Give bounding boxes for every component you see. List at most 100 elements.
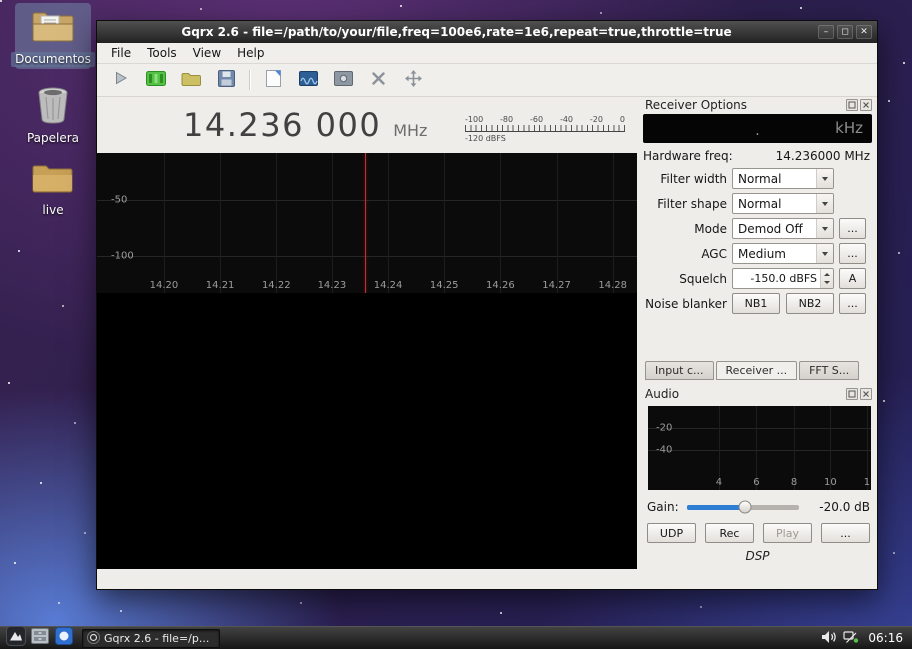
hardware-freq-value: 14.236000 MHz [775, 148, 870, 163]
frequency-digits[interactable]: 14.236 000 [183, 106, 381, 144]
spectrum-plot[interactable]: -50 -100 14.20 14.21 14.22 14.23 14.24 1… [97, 153, 637, 293]
save-file-button[interactable] [214, 68, 238, 92]
y-axis-label: -40 [656, 444, 673, 456]
start-dsp-button[interactable] [109, 68, 133, 92]
meter-tick: -20 [589, 114, 603, 124]
desktop-icon-documentos[interactable]: Documentos [11, 3, 95, 69]
tab-fft-settings[interactable]: FFT S... [799, 361, 860, 380]
file-manager-button[interactable] [28, 627, 52, 649]
x-axis-label: 14.22 [261, 280, 291, 291]
move-button[interactable] [401, 68, 425, 92]
agc-row: AGC Medium ... [643, 243, 872, 264]
desktop-icon-trash[interactable]: Papelera [15, 82, 91, 148]
nb1-button[interactable]: NB1 [732, 293, 780, 314]
minimize-button[interactable]: – [818, 25, 834, 39]
taskbar-clock[interactable]: 06:16 [865, 631, 906, 645]
tab-receiver-options[interactable]: Receiver ... [715, 361, 798, 380]
mode-select[interactable]: Demod Off [732, 218, 834, 239]
udp-button[interactable]: UDP [647, 523, 696, 543]
configure-button[interactable] [366, 68, 390, 92]
dsp-green-icon [146, 70, 166, 90]
blue-app-icon [55, 627, 73, 649]
x-axis-label: 14.26 [486, 280, 515, 291]
squelch-label: Squelch [679, 271, 727, 286]
window-controls: – ◻ ✕ [816, 25, 877, 39]
dock-float-button[interactable] [846, 387, 858, 400]
grid-line [163, 153, 165, 293]
mode-options-button[interactable]: ... [839, 218, 866, 239]
grid-line [648, 449, 871, 451]
desktop-icon-live[interactable]: live [15, 158, 91, 220]
chevron-down-icon [816, 244, 833, 263]
agc-options-button[interactable]: ... [839, 243, 866, 264]
volume-icon[interactable] [821, 629, 837, 648]
open-file-button[interactable] [179, 68, 203, 92]
frequency-unit: MHz [393, 121, 428, 140]
settings-launcher-button[interactable] [52, 627, 76, 649]
audio-gain-row: Gain: -20.0 dB [643, 499, 872, 515]
gqrx-window: Gqrx 2.6 - file=/path/to/your/file,freq=… [96, 20, 878, 590]
noise-blanker-buttons: NB1 NB2 [732, 293, 834, 314]
iq-tools-button[interactable] [144, 68, 168, 92]
menu-view[interactable]: View [185, 44, 229, 62]
x-axis-label: 14.28 [598, 280, 628, 291]
squelch-value: -150.0 dBFS [750, 272, 817, 285]
frequency-readout[interactable]: 14.236 000 MHz [97, 106, 427, 144]
meter-floor-label: -120 dBFS [465, 133, 506, 143]
dock-close-button[interactable] [860, 387, 872, 400]
tuning-cursor[interactable] [365, 153, 367, 293]
audio-options-button[interactable]: ... [821, 523, 870, 543]
agc-label: AGC [701, 246, 727, 261]
squelch-spinbox[interactable]: -150.0 dBFS [732, 268, 834, 289]
network-icon[interactable] [843, 629, 859, 648]
audio-spectrum-plot[interactable]: -20 -40 4 6 8 10 1 [648, 406, 871, 490]
app-menu-button[interactable] [4, 626, 28, 649]
dock-panel: Receiver Options . kHz Hardware freq: 14… [637, 97, 877, 589]
bookmarks-button[interactable] [261, 68, 285, 92]
dock-title: Receiver Options [645, 97, 748, 112]
close-button[interactable]: ✕ [856, 25, 872, 39]
receiver-options-header: Receiver Options [643, 97, 872, 112]
tab-input-controls[interactable]: Input c... [645, 361, 714, 380]
x-axis-label: 14.21 [205, 280, 235, 291]
taskbar-window-button[interactable]: Gqrx 2.6 - file=/p... [82, 628, 220, 648]
x-axis-label: 1 [863, 477, 871, 488]
agc-select[interactable]: Medium [732, 243, 834, 264]
squelch-auto-button[interactable]: A [839, 268, 866, 289]
menu-file[interactable]: File [103, 44, 139, 62]
play-icon [113, 70, 129, 90]
spin-arrows-icon[interactable] [820, 269, 833, 288]
x-axis-label: 14.23 [317, 280, 347, 291]
menu-help[interactable]: Help [229, 44, 272, 62]
y-axis-label: -50 [111, 194, 128, 206]
dock-float-button[interactable] [846, 98, 858, 111]
dock-close-button[interactable] [860, 98, 872, 111]
x-axis-label: 14.25 [429, 280, 459, 291]
dock-title: Audio [645, 386, 680, 401]
spectrum-display-button[interactable] [296, 68, 320, 92]
window-content: 14.236 000 MHz -100 -80 -60 -40 -20 0 -1… [97, 97, 877, 589]
waterfall-display[interactable] [97, 293, 637, 569]
main-display-area: 14.236 000 MHz -100 -80 -60 -40 -20 0 -1… [97, 97, 637, 589]
meter-ruler [465, 124, 625, 132]
window-title: Gqrx 2.6 - file=/path/to/your/file,freq=… [181, 25, 732, 39]
maximize-button[interactable]: ◻ [837, 25, 853, 39]
folder-icon [32, 162, 74, 200]
gain-slider[interactable] [686, 500, 799, 514]
menu-tools[interactable]: Tools [139, 44, 185, 62]
grid-line [276, 153, 278, 293]
bookmark-page-icon [265, 69, 281, 91]
noise-blanker-options-button[interactable]: ... [839, 293, 866, 314]
iq-recorder-button[interactable] [331, 68, 355, 92]
documents-folder-icon [30, 7, 76, 49]
toolbar [97, 64, 877, 97]
window-titlebar[interactable]: Gqrx 2.6 - file=/path/to/your/file,freq=… [97, 21, 877, 43]
grid-line [444, 153, 446, 293]
filter-shape-select[interactable]: Normal [732, 193, 834, 214]
hardware-freq-label: Hardware freq: [643, 148, 733, 163]
filter-width-select[interactable]: Normal [732, 168, 834, 189]
slider-knob[interactable] [738, 500, 752, 514]
nb2-button[interactable]: NB2 [786, 293, 834, 314]
rec-button[interactable]: Rec [705, 523, 754, 543]
frequency-lcd[interactable]: . kHz [643, 114, 872, 143]
